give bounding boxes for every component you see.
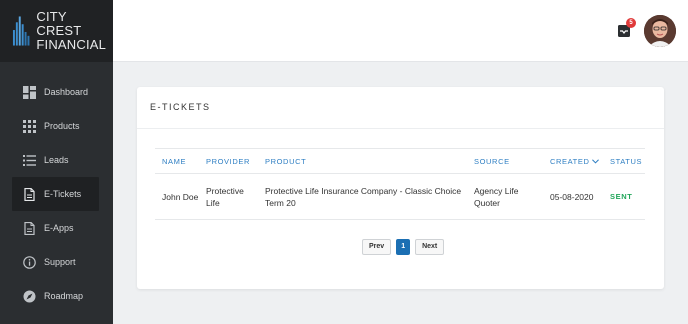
city-skyline-logo-icon: [12, 16, 30, 46]
cell-product: Protective Life Insurance Company - Clas…: [258, 173, 467, 220]
cell-source: Agency Life Quoter: [467, 173, 543, 220]
column-header-source[interactable]: SOURCE: [467, 148, 543, 174]
notification-count-badge: 5: [626, 18, 636, 28]
status-badge: SENT: [603, 173, 645, 220]
column-header-label: SOURCE: [474, 156, 510, 166]
column-header-name[interactable]: NAME: [155, 148, 199, 174]
column-header-label: CREATED: [550, 156, 590, 166]
sidebar-item-support[interactable]: Support: [0, 245, 113, 279]
column-header-label: STATUS: [610, 156, 643, 166]
top-bar: 5: [113, 0, 688, 62]
cell-created: 05-08-2020: [543, 173, 603, 220]
sidebar: CITY CREST FINANCIAL Dashboard Products: [0, 0, 113, 324]
table-row[interactable]: John Doe Protective Life Protective Life…: [155, 173, 645, 220]
grid-icon: [23, 119, 36, 133]
sidebar-item-label: E-Tickets: [44, 189, 82, 199]
notifications-button[interactable]: 5: [617, 18, 636, 38]
cell-name: John Doe: [155, 173, 199, 220]
sidebar-item-leads[interactable]: Leads: [0, 143, 113, 177]
sidebar-item-label: Leads: [44, 155, 69, 165]
sidebar-item-products[interactable]: Products: [0, 109, 113, 143]
sidebar-item-label: Products: [44, 121, 80, 131]
next-page-button[interactable]: Next: [415, 239, 445, 255]
column-header-product[interactable]: PRODUCT: [258, 148, 467, 174]
sidebar-item-label: Dashboard: [44, 87, 89, 97]
brand-line-2: FINANCIAL: [36, 37, 107, 52]
e-tickets-card: E-TICKETS NAME PROVIDER PRODUCT SOURCE C…: [137, 87, 664, 289]
page-1-button[interactable]: 1: [396, 239, 411, 255]
sidebar-item-label: Roadmap: [44, 291, 84, 301]
sidebar-item-e-apps[interactable]: E-Apps: [0, 211, 113, 245]
cell-provider: Protective Life: [199, 173, 258, 220]
e-tickets-table: NAME PROVIDER PRODUCT SOURCE CREATED STA…: [155, 148, 645, 220]
brand-name: CITY CREST FINANCIAL: [36, 10, 113, 52]
user-photo: [644, 15, 676, 47]
prev-page-button[interactable]: Prev: [362, 239, 392, 255]
document-icon: [24, 187, 35, 201]
chevron-down-icon: [592, 159, 600, 164]
list-icon: [23, 154, 36, 166]
column-header-created[interactable]: CREATED: [543, 148, 603, 174]
compass-icon: [23, 290, 36, 302]
column-header-provider[interactable]: PROVIDER: [199, 148, 258, 174]
sidebar-item-label: E-Apps: [44, 223, 74, 233]
document-icon: [24, 221, 35, 235]
info-icon: [23, 255, 36, 269]
column-header-label: PRODUCT: [265, 156, 307, 166]
sidebar-nav: Dashboard Products Leads E-Tickets E-App…: [0, 75, 113, 313]
sidebar-item-dashboard[interactable]: Dashboard: [0, 75, 113, 109]
brand[interactable]: CITY CREST FINANCIAL: [0, 0, 113, 62]
divider: [137, 128, 664, 129]
sidebar-item-e-tickets[interactable]: E-Tickets: [12, 177, 99, 211]
table-header-row: NAME PROVIDER PRODUCT SOURCE CREATED STA…: [155, 148, 645, 174]
brand-line-1: CITY CREST: [36, 9, 82, 38]
dashboard-icon: [23, 85, 36, 99]
column-header-status[interactable]: STATUS: [603, 148, 645, 174]
sidebar-item-label: Support: [44, 257, 76, 267]
sidebar-item-roadmap[interactable]: Roadmap: [0, 279, 113, 313]
user-avatar[interactable]: [644, 15, 676, 47]
column-header-label: NAME: [162, 156, 187, 166]
pagination: Prev 1 Next: [362, 239, 445, 255]
column-header-label: PROVIDER: [206, 156, 250, 166]
card-title: E-TICKETS: [150, 102, 211, 112]
